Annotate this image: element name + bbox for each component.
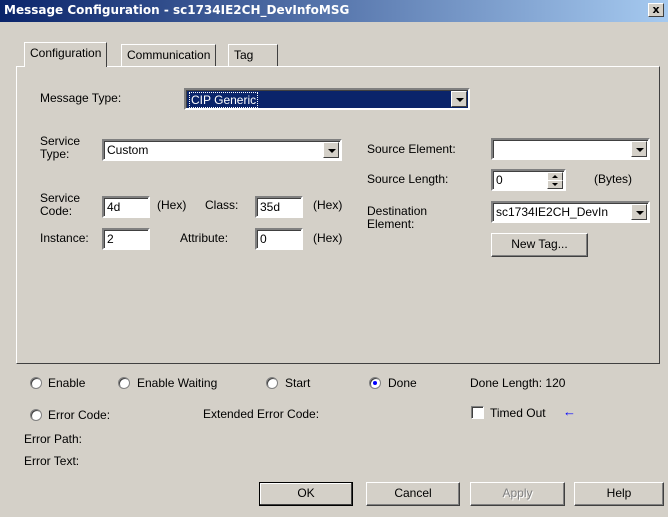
attribute-hex-label: (Hex) [313,231,343,245]
source-element-select[interactable] [491,138,650,160]
chevron-down-icon[interactable] [451,91,467,107]
attribute-input[interactable]: 0 [255,228,303,250]
service-type-select[interactable]: Custom [102,139,342,161]
chevron-down-icon[interactable] [631,204,647,220]
source-length-input[interactable]: 0 [491,169,566,191]
destination-element-label: Destination Element: [367,204,428,231]
spin-down-icon[interactable] [547,180,563,189]
chevron-down-icon[interactable] [631,141,647,157]
error-text-label: Error Text: [24,454,80,468]
service-type-value: Custom [107,143,149,157]
apply-button[interactable]: Apply [470,482,565,506]
message-type-value: CIP Generic [189,92,259,108]
enable-waiting-label: Enable Waiting [137,376,218,390]
service-code-input[interactable]: 4d [102,196,150,218]
destination-element-select[interactable]: sc1734IE2CH_DevIn [491,201,650,223]
timed-out-label: Timed Out [490,406,546,420]
tab-communication[interactable]: Communication [121,44,217,66]
arrow-left-icon: ← [563,404,576,419]
tab-tag[interactable]: Tag [228,44,278,66]
extended-error-code-label: Extended Error Code: [203,407,320,421]
cancel-button[interactable]: Cancel [366,482,460,506]
error-code-radio[interactable] [30,409,42,421]
service-code-hex-label: (Hex) [157,198,187,212]
source-element-label: Source Element: [367,142,456,156]
instance-input[interactable]: 2 [102,228,150,250]
enable-radio[interactable] [30,377,42,389]
tab-configuration[interactable]: Configuration [24,42,108,67]
source-length-value: 0 [496,173,503,187]
instance-label: Instance: [40,231,89,245]
enable-label: Enable [48,376,86,390]
class-input[interactable]: 35d [255,196,303,218]
bytes-label: (Bytes) [594,172,633,186]
start-radio[interactable] [266,377,278,389]
service-code-label: Service Code: [40,191,81,218]
error-path-label: Error Path: [24,432,83,446]
new-tag-button[interactable]: New Tag... [491,233,588,257]
done-radio[interactable] [369,377,381,389]
close-button[interactable]: x [648,3,664,17]
class-hex-label: (Hex) [313,198,343,212]
chevron-down-icon[interactable] [323,142,339,158]
attribute-label: Attribute: [180,231,229,245]
help-button[interactable]: Help [574,482,664,506]
message-type-select[interactable]: CIP Generic [184,88,470,110]
window-title: Message Configuration - sc1734IE2CH_DevI… [4,3,350,17]
enable-waiting-radio[interactable] [118,377,130,389]
ok-button[interactable]: OK [259,482,353,506]
start-label: Start [285,376,311,390]
class-label: Class: [205,198,239,212]
error-code-label: Error Code: [48,408,111,422]
done-length-label: Done Length: 120 [470,376,566,390]
timed-out-checkbox[interactable] [471,406,484,419]
message-type-label: Message Type: [40,91,122,105]
done-label: Done [388,376,417,390]
destination-element-value: sc1734IE2CH_DevIn [496,205,609,219]
service-type-label: Service Type: [40,134,81,161]
source-length-label: Source Length: [367,172,449,186]
